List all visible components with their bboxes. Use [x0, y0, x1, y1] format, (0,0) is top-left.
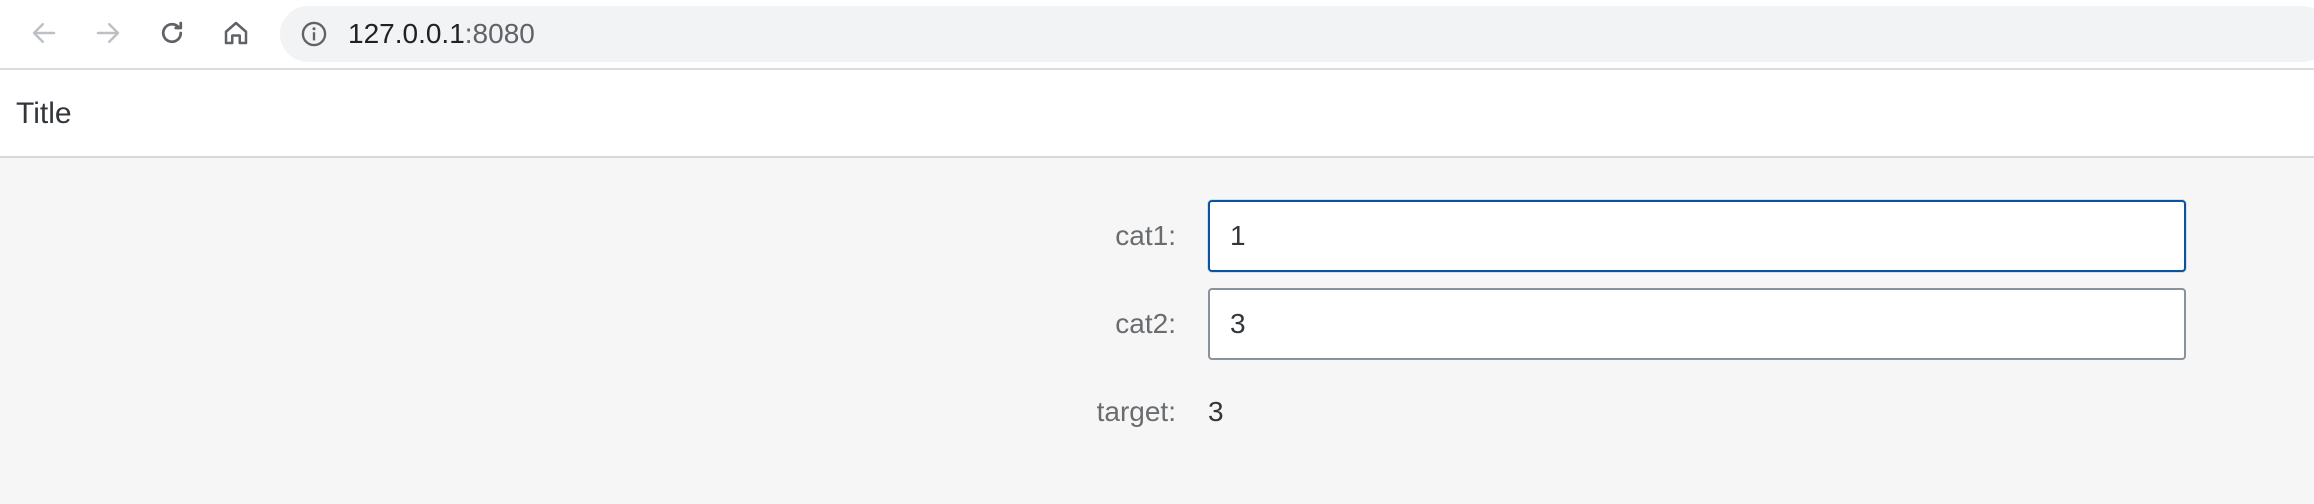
- browser-toolbar: 127.0.0.1:8080: [0, 0, 2314, 70]
- target-label: target:: [1096, 396, 1176, 427]
- cat1-input[interactable]: [1208, 200, 2186, 272]
- page-title: Title: [16, 97, 72, 130]
- form-row-cat2: cat2:: [0, 288, 2314, 360]
- cat1-label: cat1:: [1115, 220, 1176, 251]
- url-host: 127.0.0.1: [348, 18, 465, 49]
- reload-button[interactable]: [152, 12, 192, 54]
- url-text: 127.0.0.1:8080: [348, 6, 535, 62]
- address-bar[interactable]: 127.0.0.1:8080: [280, 6, 2314, 62]
- back-button[interactable]: [24, 12, 64, 54]
- reload-icon: [161, 21, 183, 44]
- target-value: 3: [1208, 396, 1224, 427]
- main-content: cat1: cat2: target: 3: [0, 158, 2314, 504]
- form-row-target: target: 3: [0, 376, 2314, 448]
- cat2-input[interactable]: [1208, 288, 2186, 360]
- info-icon[interactable]: [300, 20, 328, 48]
- form-row-cat1: cat1:: [0, 200, 2314, 272]
- app-header: Title: [0, 70, 2314, 158]
- cat2-label: cat2:: [1115, 308, 1176, 339]
- home-icon: [224, 21, 248, 45]
- home-button[interactable]: [216, 12, 256, 54]
- forward-button[interactable]: [88, 12, 128, 54]
- back-arrow-icon: [32, 23, 56, 43]
- forward-arrow-icon: [96, 23, 120, 43]
- url-port: :8080: [464, 18, 535, 49]
